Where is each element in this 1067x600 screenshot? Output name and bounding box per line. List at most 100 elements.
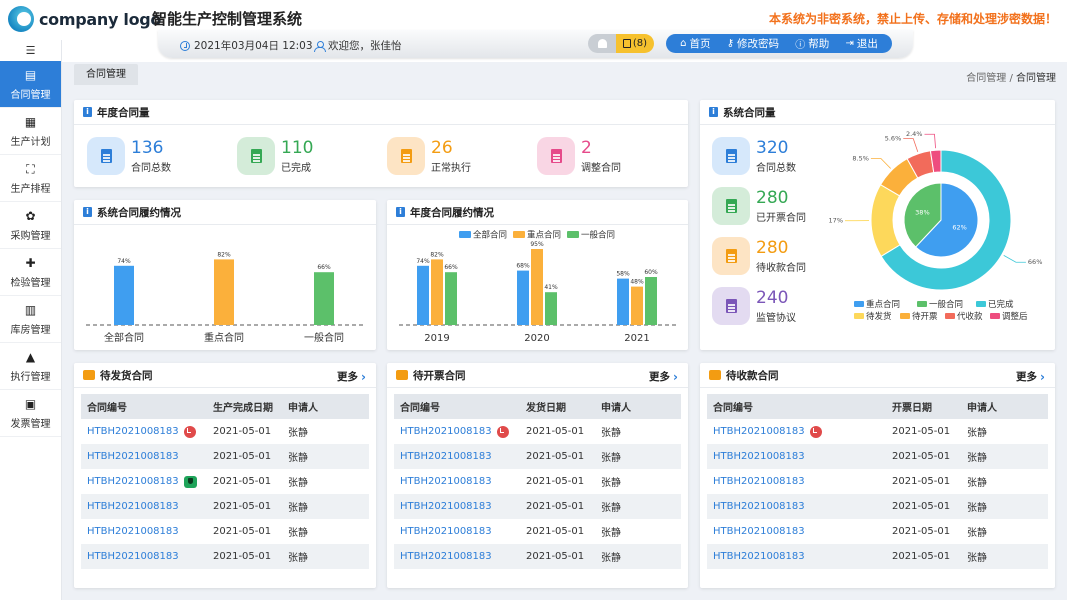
sidebar-item-label: 执行管理: [10, 371, 51, 383]
system-title: 智能生产控制管理系统: [152, 10, 303, 28]
stat-item: 2 调整合同: [537, 137, 621, 175]
contract-id-link[interactable]: HTBH2021008183: [400, 501, 492, 512]
legend-label: 一般合同: [581, 230, 615, 241]
slice-label: 5.6%: [885, 135, 902, 143]
nav-home[interactable]: ⌂ 首页: [680, 36, 710, 51]
contract-id-link[interactable]: HTBH2021008183: [400, 476, 492, 487]
sidebar-toggle[interactable]: ☰: [0, 40, 61, 61]
legend-label: 全部合同: [473, 230, 507, 241]
legend-swatch: [900, 313, 910, 319]
applicant-cell: 张静: [288, 428, 308, 439]
card-header: 待开票合同 更多 ›: [387, 363, 688, 388]
applicant-cell: 张静: [967, 453, 987, 464]
bar: [114, 265, 134, 325]
pending-invoice-card: 待开票合同 更多 › 合同编号 发货日期 申请人 HTBH2021008183 2021-05…: [387, 363, 688, 588]
sidebar-item-invoice[interactable]: ▣ 发票管理: [0, 390, 61, 437]
legend-label: 待发货: [866, 311, 892, 322]
slice-label: 38%: [915, 209, 929, 217]
bar: [214, 259, 234, 325]
overdue-clock-icon: [809, 425, 822, 438]
schedule-icon: ⛶: [26, 161, 35, 176]
more-label: 更多: [649, 371, 671, 383]
nav-logout[interactable]: ⇥ 退出: [845, 36, 877, 51]
applicant-cell: 张静: [967, 528, 987, 539]
contract-id-link[interactable]: HTBH2021008183: [713, 426, 805, 437]
contract-id-link[interactable]: HTBH2021008183: [87, 426, 179, 437]
header-contract-id: 合同编号: [87, 403, 127, 414]
info-icon: i: [83, 107, 92, 117]
more-label: 更多: [1016, 371, 1038, 383]
contract-id-link[interactable]: HTBH2021008183: [713, 501, 805, 512]
contract-id-link[interactable]: HTBH2021008183: [87, 501, 179, 512]
applicant-cell: 张静: [601, 453, 621, 464]
contract-id-link[interactable]: HTBH2021008183: [87, 476, 179, 487]
contract-id-link[interactable]: HTBH2021008183: [87, 451, 179, 462]
x-tick-label: 2021: [624, 333, 649, 344]
contract-id-link[interactable]: HTBH2021008183: [400, 551, 492, 562]
notification-button[interactable]: [588, 34, 616, 53]
doc-shape: [400, 149, 412, 163]
stat-value: 136: [131, 137, 164, 158]
card-title: 待发货合同: [100, 369, 153, 382]
sidebar-item-execution[interactable]: ▲ 执行管理: [0, 343, 61, 390]
contract-id-link[interactable]: HTBH2021008183: [713, 551, 805, 562]
bar-value-label: 82%: [430, 251, 444, 258]
contract-id-link[interactable]: HTBH2021008183: [400, 526, 492, 537]
more-link[interactable]: 更多 ›: [1016, 369, 1045, 384]
stat-value: 26: [431, 137, 453, 158]
clipboard-check-icon: [622, 39, 631, 48]
shield-icon: [183, 475, 197, 488]
chevron-right-icon: ›: [1040, 369, 1045, 384]
applicant-cell: 张静: [288, 553, 308, 564]
company-logo[interactable]: company logo: [8, 6, 161, 32]
tab-contract-management[interactable]: 合同管理: [74, 64, 138, 85]
nav-help[interactable]: ⓘ 帮助: [795, 36, 829, 51]
date-cell: 2021-05-01: [526, 451, 585, 462]
bar-value-label: 68%: [516, 263, 530, 270]
contract-id-cell: HTBH2021008183: [394, 476, 526, 487]
key-icon: ⚷: [726, 38, 735, 49]
contract-id-link[interactable]: HTBH2021008183: [713, 476, 805, 487]
card-header: 待发货合同 更多 ›: [74, 363, 376, 388]
stat-label: 合同总数: [131, 162, 171, 174]
slice-label: 17%: [829, 217, 843, 225]
sidebar-item-warehouse[interactable]: ▥ 库房管理: [0, 296, 61, 343]
contract-id-link[interactable]: HTBH2021008183: [87, 526, 179, 537]
slice-label: 66%: [1028, 258, 1042, 266]
bar-value-label: 58%: [616, 271, 630, 278]
contract-id-link[interactable]: HTBH2021008183: [400, 426, 492, 437]
sidebar-item-label: 生产排程: [10, 183, 51, 195]
contract-id-cell: HTBH2021008183: [81, 501, 213, 512]
leader-line: [1003, 254, 1026, 263]
contract-id-link[interactable]: HTBH2021008183: [400, 451, 492, 462]
contract-id-link[interactable]: HTBH2021008183: [713, 526, 805, 537]
sidebar-item-plan[interactable]: ▦ 生产计划: [0, 108, 61, 155]
task-button[interactable]: (8): [616, 34, 654, 53]
applicant-cell: 张静: [288, 453, 308, 464]
legend-swatch: [567, 231, 579, 238]
document-icon: [537, 137, 575, 175]
pending-shipment-card: 待发货合同 更多 › 合同编号 生产完成日期 申请人 HTBH2021008183 2021-…: [74, 363, 376, 588]
date-cell: 2021-05-01: [213, 476, 272, 487]
contract-id-cell: HTBH2021008183: [707, 551, 892, 562]
breadcrumb-parent[interactable]: 合同管理: [966, 73, 1006, 84]
box-icon: [396, 370, 408, 380]
contract-table: 合同编号 开票日期 申请人 HTBH2021008183 2021-05-01 张静 HTB…: [707, 394, 1048, 569]
warehouse-icon: ▥: [24, 302, 37, 317]
legend-label: 待开票: [912, 311, 938, 322]
sidebar-item-schedule[interactable]: ⛶ 生产排程: [0, 155, 61, 202]
nav-change-password[interactable]: ⚷ 修改密码: [727, 36, 779, 51]
date-cell: 2021-05-01: [213, 501, 272, 512]
more-link[interactable]: 更多 ›: [649, 369, 678, 384]
sidebar-item-contract[interactable]: ▤ 合同管理: [0, 61, 61, 108]
sidebar-item-inspection[interactable]: ✚ 检验管理: [0, 249, 61, 296]
sidebar-item-purchase[interactable]: ✿ 采购管理: [0, 202, 61, 249]
date-cell: 2021-05-01: [892, 451, 951, 462]
contract-id-link[interactable]: HTBH2021008183: [713, 451, 805, 462]
contract-id-link[interactable]: HTBH2021008183: [87, 551, 179, 562]
sidebar-item-label: 生产计划: [10, 136, 51, 148]
stamp-icon: ▲: [25, 349, 36, 364]
sidebar-item-label: 发票管理: [10, 418, 51, 430]
overdue-clock-icon: [183, 425, 196, 438]
more-link[interactable]: 更多 ›: [337, 369, 366, 384]
